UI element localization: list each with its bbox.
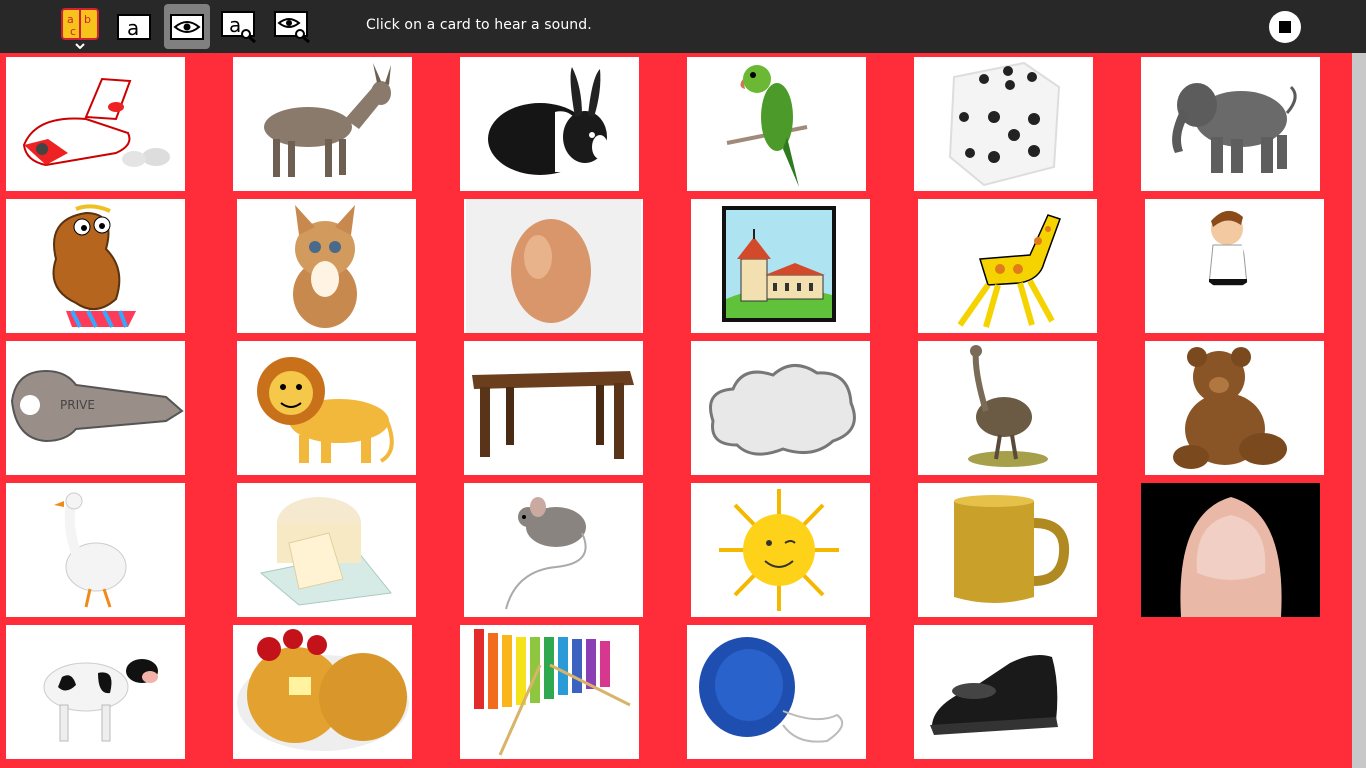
- card-dice[interactable]: [914, 57, 1093, 191]
- table-image: [472, 371, 634, 459]
- goose-image: [54, 492, 127, 608]
- card-mug[interactable]: [918, 483, 1097, 617]
- card-cloud[interactable]: [691, 341, 870, 475]
- card-seal[interactable]: [6, 199, 185, 333]
- eye-icon: [170, 13, 204, 40]
- stop-button[interactable]: [1267, 9, 1303, 45]
- cloud-image: [709, 364, 856, 456]
- mug-image: [954, 495, 1070, 603]
- egg-image: [466, 199, 641, 333]
- xylophone-image: [474, 629, 631, 756]
- svg-text:b: b: [84, 13, 91, 26]
- card-karate[interactable]: [1145, 199, 1324, 333]
- card-egg[interactable]: [464, 199, 643, 333]
- letter-a-icon: a: [117, 13, 151, 40]
- svg-text:a: a: [229, 13, 241, 37]
- card-donkey[interactable]: [233, 57, 412, 191]
- lion-image: [257, 357, 394, 463]
- stop-icon: [1269, 11, 1301, 43]
- card-giraffe[interactable]: [918, 199, 1097, 333]
- giraffe-image: [957, 214, 1061, 328]
- donkey-image: [264, 63, 391, 177]
- card-fingernail[interactable]: [1141, 483, 1320, 617]
- picture-search-button[interactable]: [270, 4, 316, 49]
- mouse-image: [505, 497, 587, 610]
- card-goose[interactable]: [6, 483, 185, 617]
- letter-magnifier-icon: a: [221, 10, 256, 43]
- key-engraving: PRIVE: [60, 398, 95, 412]
- teddy-bear-image: [1173, 347, 1287, 469]
- card-church[interactable]: [691, 199, 870, 333]
- picture-view-button[interactable]: [164, 4, 210, 49]
- letter-search-button[interactable]: a: [217, 4, 263, 49]
- scrollbar[interactable]: [1352, 53, 1366, 768]
- svg-text:c: c: [70, 25, 76, 38]
- cheese-image: [259, 497, 392, 606]
- fingernail-image: [1141, 483, 1320, 617]
- card-elephant[interactable]: [1141, 57, 1320, 191]
- card-rabbit[interactable]: [460, 57, 639, 191]
- card-yoyo[interactable]: [687, 625, 866, 759]
- activity-logo-button[interactable]: a b c: [57, 4, 103, 49]
- card-ostrich[interactable]: [918, 341, 1097, 475]
- card-table[interactable]: [464, 341, 643, 475]
- card-airplane[interactable]: [6, 57, 185, 191]
- card-key[interactable]: PRIVE: [6, 341, 185, 475]
- dice-image: [948, 61, 1061, 187]
- key-image: PRIVE: [10, 369, 184, 443]
- letter-view-button[interactable]: a: [111, 4, 157, 49]
- card-lion[interactable]: [237, 341, 416, 475]
- yoyo-image: [699, 637, 844, 743]
- abc-book-icon: a b c: [61, 7, 99, 49]
- waffles-image: [237, 629, 409, 751]
- card-teddy-bear[interactable]: [1145, 341, 1324, 475]
- karate-boy-image: [1182, 210, 1299, 327]
- kitten-image: [293, 205, 357, 328]
- toolbar: a b c a a Click on a card to hear a soun…: [0, 0, 1366, 53]
- airplane-image: [22, 77, 170, 167]
- seal-image: [52, 204, 136, 328]
- elephant-image: [1172, 83, 1297, 173]
- instruction-text: Click on a card to hear a sound.: [366, 17, 592, 33]
- rabbit-image: [488, 67, 608, 175]
- sun-image: [719, 489, 839, 611]
- card-mouse[interactable]: [464, 483, 643, 617]
- card-kitten[interactable]: [237, 199, 416, 333]
- card-cow[interactable]: [6, 625, 185, 759]
- card-shoe[interactable]: [914, 625, 1093, 759]
- card-parrot[interactable]: [687, 57, 866, 191]
- card-xylophone[interactable]: [460, 625, 639, 759]
- cow-image: [43, 659, 158, 742]
- card-cheese[interactable]: [237, 483, 416, 617]
- card-waffles[interactable]: [233, 625, 412, 759]
- parrot-image: [726, 65, 808, 187]
- eye-magnifier-icon: [274, 10, 310, 43]
- ostrich-image: [968, 345, 1048, 467]
- church-image: [722, 206, 836, 322]
- svg-text:a: a: [127, 16, 139, 40]
- shoe-image: [930, 655, 1058, 735]
- card-sun[interactable]: [691, 483, 870, 617]
